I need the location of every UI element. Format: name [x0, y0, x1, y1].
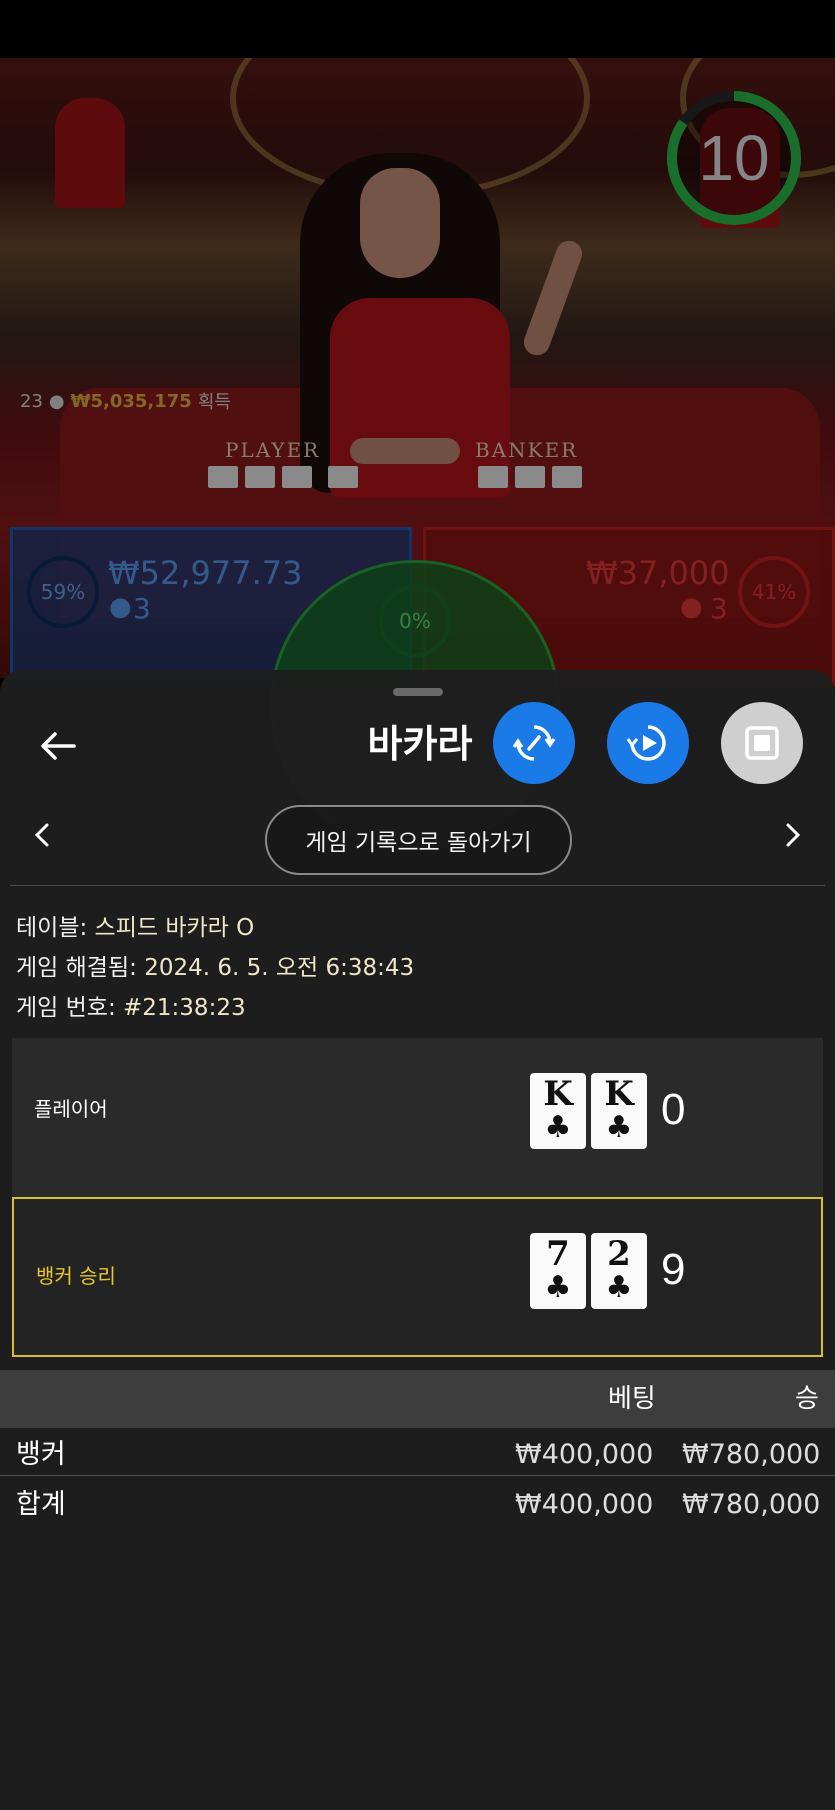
- player-result-row: [12, 1038, 823, 1198]
- stop-icon: [745, 726, 779, 760]
- game-history-sheet: 바카라 게임 기록으로 돌아가기 테이블: 스피드 바카라 O 게임 해결됨: …: [0, 670, 835, 1810]
- arrow-left-icon: [41, 732, 76, 760]
- stop-button[interactable]: [721, 702, 803, 784]
- card-rank: K: [604, 1074, 634, 1114]
- club-suit-icon: ♣: [544, 1270, 572, 1305]
- col-win-header: 승: [795, 1384, 819, 1414]
- banker-card-1: 7 ♣: [530, 1233, 586, 1309]
- back-button[interactable]: [30, 718, 86, 774]
- resolved-info: 게임 해결됨: 2024. 6. 5. 오전 6:38:43: [16, 948, 414, 982]
- banker-row-label: 뱅커 승리: [36, 1264, 116, 1288]
- next-button[interactable]: [773, 810, 813, 860]
- club-suit-icon: ♣: [544, 1110, 572, 1145]
- table-info: 테이블: 스피드 바카라 O: [16, 908, 254, 942]
- bets-table-header: 베팅 승: [0, 1370, 835, 1428]
- replay-icon: [626, 725, 666, 761]
- bet-row-win: ₩780,000: [682, 1439, 821, 1470]
- banker-result-row: [12, 1197, 823, 1357]
- page-title: 바카라: [367, 722, 473, 766]
- back-to-history-button[interactable]: 게임 기록으로 돌아가기: [265, 805, 572, 875]
- game-number-info: 게임 번호: #21:38:23: [16, 988, 246, 1022]
- game-number-label: 게임 번호:: [16, 995, 116, 1021]
- total-row-bet: ₩400,000: [515, 1489, 654, 1520]
- card-rank: K: [543, 1074, 573, 1114]
- card-rank: 7: [546, 1234, 570, 1274]
- history-sync-button[interactable]: [493, 702, 575, 784]
- sheet-drag-handle[interactable]: [393, 688, 443, 696]
- chevron-right-icon: [786, 823, 801, 847]
- club-suit-icon: ♣: [605, 1110, 633, 1145]
- resolved-info-label: 게임 해결됨:: [16, 955, 137, 981]
- chevron-left-icon: [34, 823, 49, 847]
- table-info-label: 테이블:: [16, 915, 88, 941]
- divider: [0, 1475, 835, 1476]
- total-row-win: ₩780,000: [682, 1489, 821, 1520]
- player-card-2: K ♣: [591, 1073, 647, 1149]
- replay-button[interactable]: [607, 702, 689, 784]
- player-card-1: K ♣: [530, 1073, 586, 1149]
- player-score: 0: [661, 1085, 686, 1134]
- bet-row: 뱅커 ₩400,000 ₩780,000: [0, 1430, 835, 1480]
- total-row: 합계 ₩400,000 ₩780,000: [0, 1480, 835, 1530]
- banker-card-2: 2 ♣: [591, 1233, 647, 1309]
- total-row-name: 합계: [16, 1489, 66, 1520]
- card-rank: 2: [607, 1234, 631, 1274]
- divider: [10, 885, 825, 886]
- table-info-value: 스피드 바카라 O: [94, 915, 255, 941]
- player-row-label: 플레이어: [34, 1097, 108, 1121]
- bet-row-name: 뱅커: [16, 1439, 66, 1470]
- resolved-info-value: 2024. 6. 5. 오전 6:38:43: [144, 955, 415, 981]
- game-number-value: #21:38:23: [123, 995, 246, 1021]
- previous-button[interactable]: [22, 810, 62, 860]
- col-bet-header: 베팅: [608, 1384, 656, 1414]
- banker-score: 9: [661, 1245, 686, 1294]
- bet-row-amount: ₩400,000: [515, 1439, 654, 1470]
- club-suit-icon: ♣: [605, 1270, 633, 1305]
- sync-icon: [512, 725, 556, 761]
